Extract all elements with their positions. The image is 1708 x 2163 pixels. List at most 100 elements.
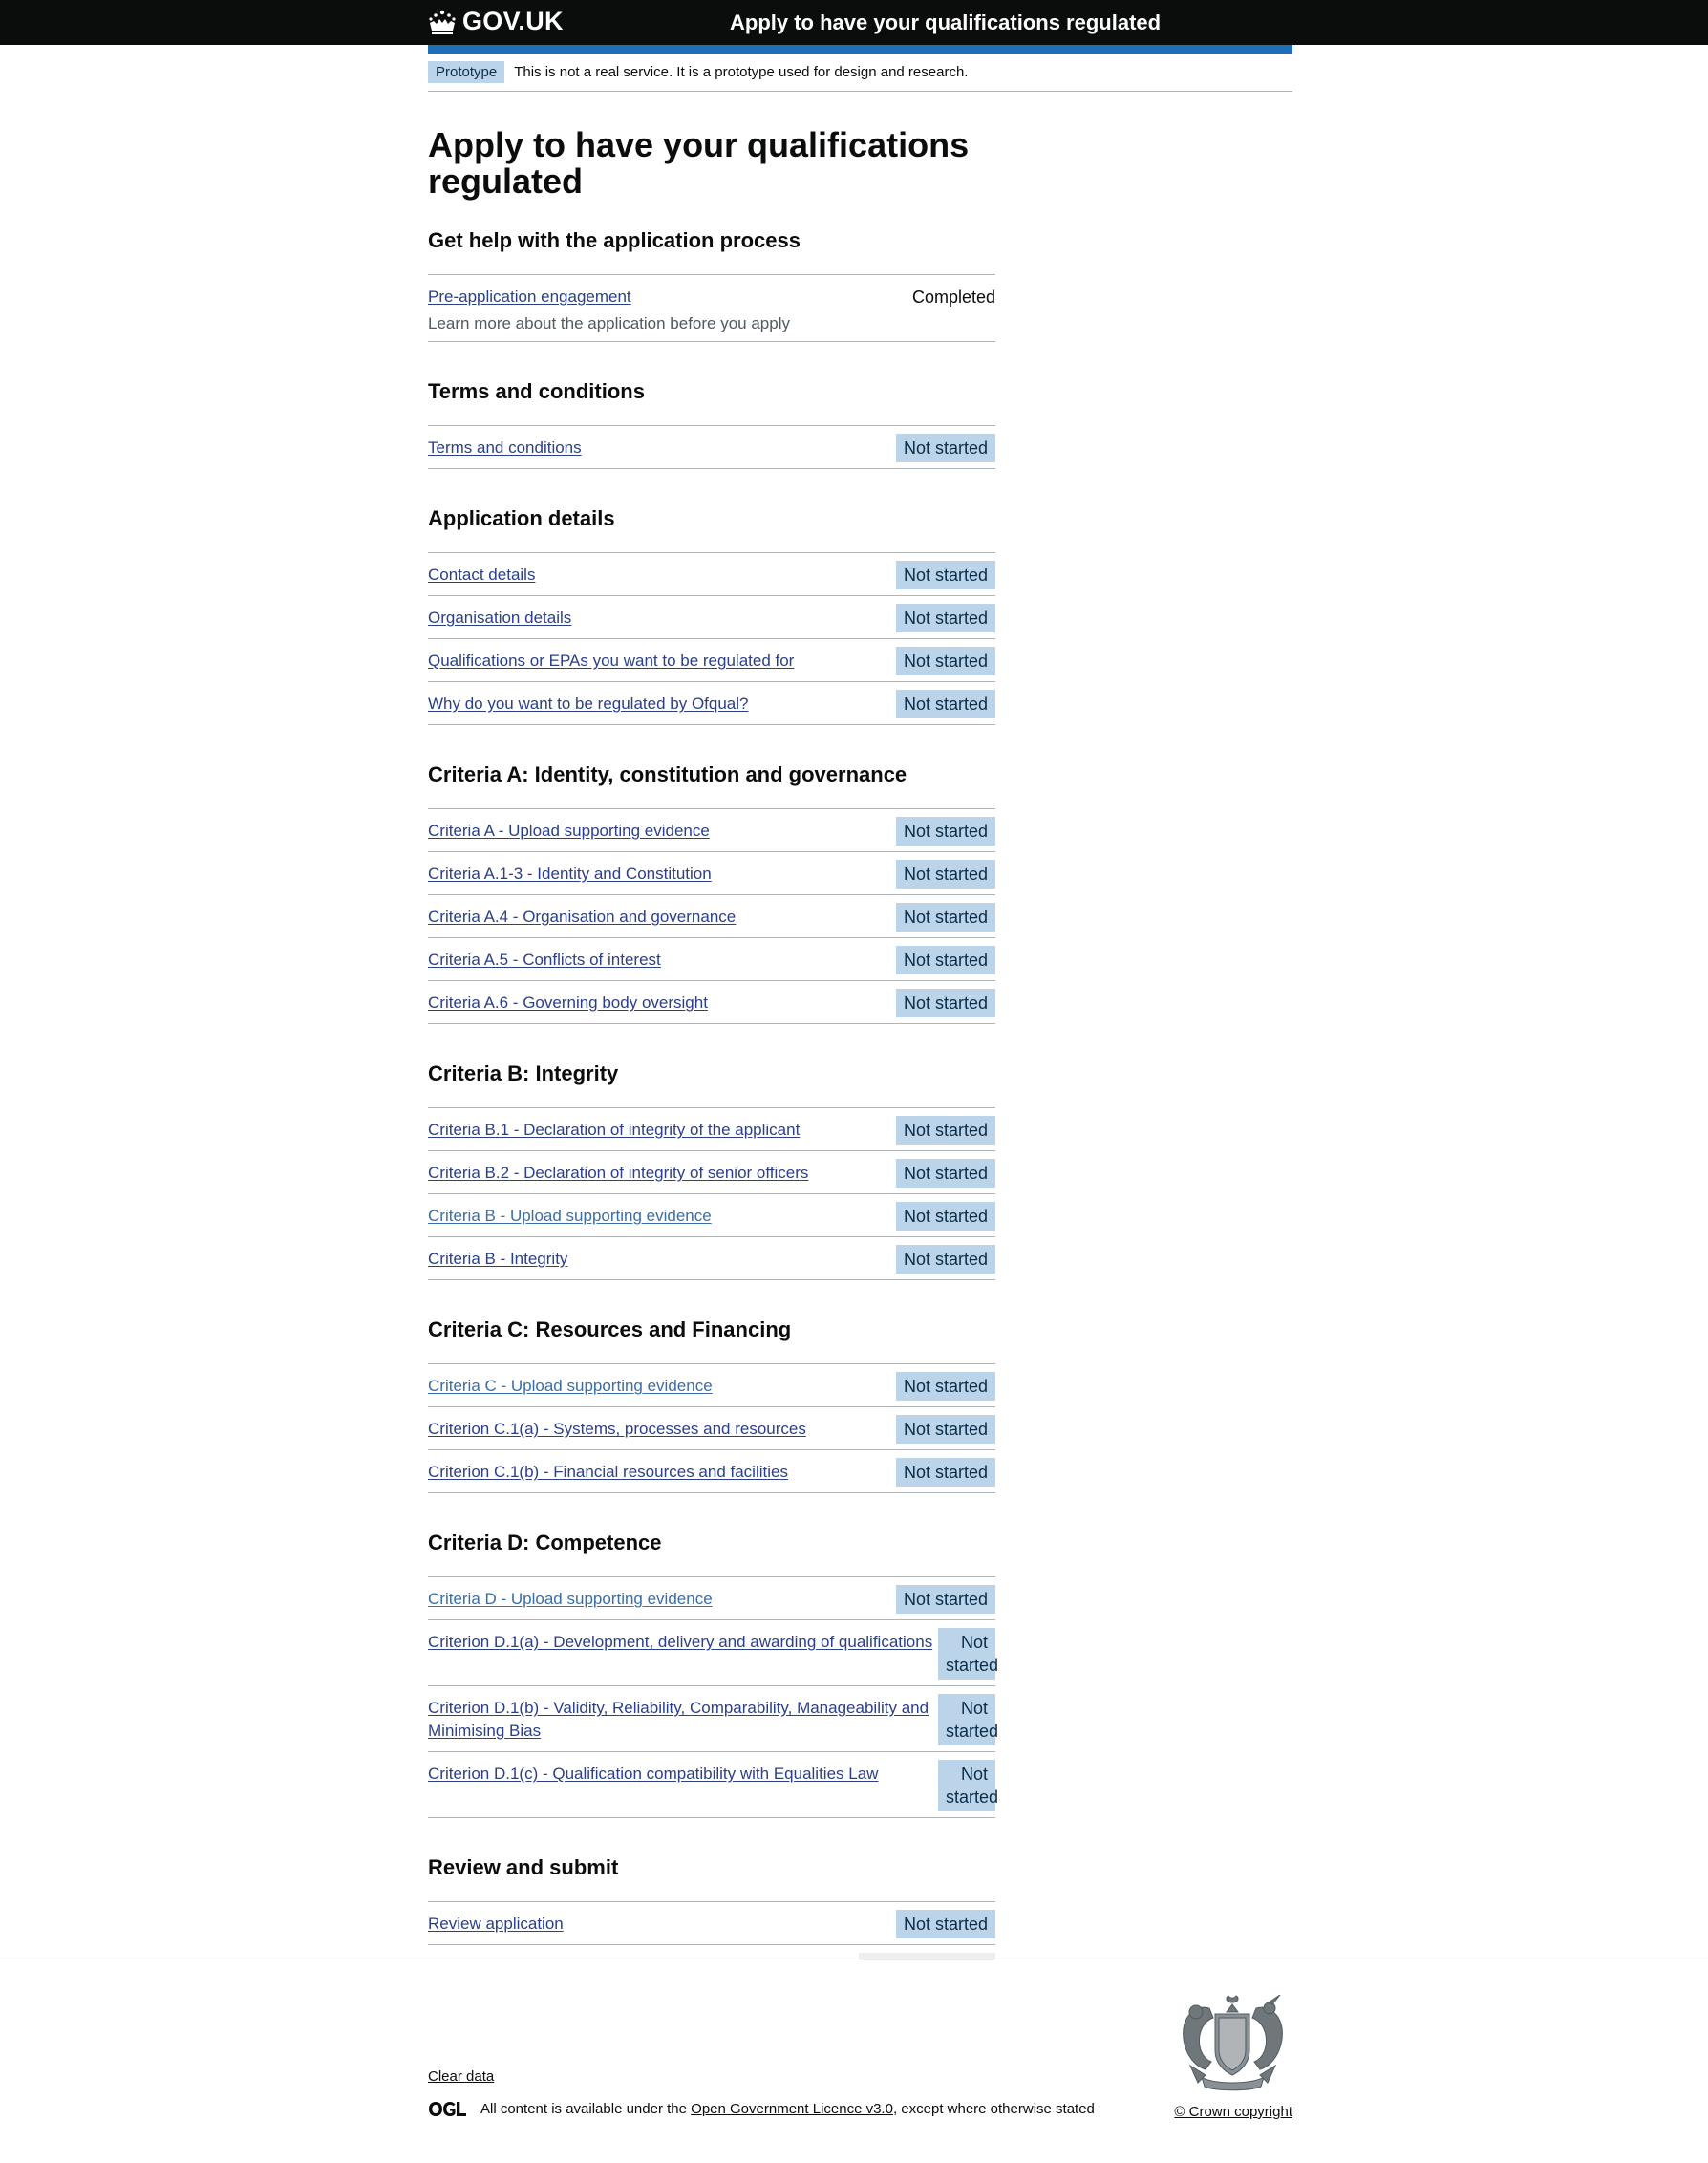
status-tag: Not started — [895, 1585, 995, 1614]
task-list-item[interactable]: Criterion D.1(c) - Qualification compati… — [428, 1752, 998, 1818]
task-link[interactable]: Criterion D.1(a) - Development, delivery… — [428, 1631, 938, 1654]
task-list-item[interactable]: Criteria B.1 - Declaration of integrity … — [428, 1108, 995, 1151]
task-list-item[interactable]: Contact details Not started — [428, 553, 995, 596]
task-name-container: Review application — [428, 1908, 896, 1936]
govuk-logo-link[interactable]: GOV.UK — [428, 7, 564, 36]
task-link[interactable]: Criteria A.6 - Governing body oversight — [428, 992, 896, 1015]
status-tag: Not started — [895, 1910, 995, 1938]
section-heading: Get help with the application process — [428, 228, 801, 252]
status-tag: Not started — [895, 1202, 995, 1231]
open-government-licence-link[interactable]: Open Government Licence v3.0 — [691, 2101, 893, 2117]
section-heading: Criteria A: Identity, constitution and g… — [428, 762, 907, 786]
status-tag: Not started — [895, 989, 995, 1017]
phase-banner-text: This is not a real service. It is a prot… — [514, 64, 969, 80]
task-link[interactable]: Criteria A.1-3 - Identity and Constituti… — [428, 863, 896, 886]
status-tag: Not started — [895, 1372, 995, 1401]
task-link[interactable]: Qualifications or EPAs you want to be re… — [428, 650, 896, 673]
task-name-container: Criteria A.6 - Governing body oversight — [428, 987, 896, 1015]
task-list-item[interactable]: Criterion D.1(a) - Development, delivery… — [428, 1620, 998, 1686]
task-link[interactable]: Organisation details — [428, 607, 896, 630]
royal-coat-of-arms-icon — [1183, 1995, 1283, 2091]
status-tag: Not started — [895, 1159, 995, 1188]
task-list-item[interactable]: Criteria C - Upload supporting evidence N… — [428, 1364, 995, 1407]
header-container: GOV.UK Apply to have your qualifications… — [428, 0, 1292, 45]
task-list-item[interactable]: Criteria A.1-3 - Identity and Constituti… — [428, 852, 995, 895]
task-list-item[interactable]: Criterion C.1(a) - Systems, processes an… — [428, 1407, 995, 1450]
crown-icon — [429, 10, 456, 34]
task-link[interactable]: Criteria B - Integrity — [428, 1248, 896, 1271]
task-link[interactable]: Criteria C - Upload supporting evidence — [428, 1375, 896, 1398]
task-name-container: Criteria A.4 - Organisation and governan… — [428, 901, 896, 929]
task-name-container: Criterion C.1(a) - Systems, processes an… — [428, 1413, 896, 1441]
status-tag: Not started — [895, 561, 995, 589]
task-link[interactable]: Criteria A.4 - Organisation and governan… — [428, 906, 896, 929]
task-list-item[interactable]: Why do you want to be regulated by Ofqua… — [428, 682, 995, 725]
task-list-item[interactable]: Criteria B.2 - Declaration of integrity … — [428, 1151, 995, 1194]
task-name-container: Criteria D - Upload supporting evidence — [428, 1583, 896, 1611]
task-link[interactable]: Criterion D.1(b) - Validity, Reliability… — [428, 1697, 938, 1743]
task-link[interactable]: Criteria B - Upload supporting evidence — [428, 1205, 896, 1228]
task-list-item[interactable]: Criteria B - Upload supporting evidence N… — [428, 1194, 995, 1237]
task-link[interactable]: Criterion C.1(a) - Systems, processes an… — [428, 1418, 896, 1441]
task-name-container: Terms and conditions — [428, 432, 896, 460]
phase-tag: Prototype — [428, 61, 505, 83]
task-link[interactable]: Criterion D.1(c) - Qualification compati… — [428, 1763, 938, 1786]
task-name-container: Why do you want to be regulated by Ofqua… — [428, 688, 896, 716]
task-name-container: Contact details — [428, 559, 896, 587]
task-name-container: Criteria A.1-3 - Identity and Constituti… — [428, 858, 896, 886]
footer-container: Clear data All content is available unde… — [428, 1960, 1292, 2163]
task-link[interactable]: Criteria B.1 - Declaration of integrity … — [428, 1119, 896, 1142]
licence-prefix: All content is available under the — [480, 2101, 687, 2117]
clear-data-link[interactable]: Clear data — [428, 2068, 494, 2085]
task-list-item[interactable]: Review application Not started — [428, 1902, 995, 1945]
licence-notice: All content is available under the Open … — [428, 2101, 1095, 2117]
task-name-container: Criteria A.5 - Conflicts of interest — [428, 944, 896, 972]
task-link[interactable]: Review application — [428, 1913, 896, 1936]
task-list-item[interactable]: Criterion C.1(b) - Financial resources a… — [428, 1450, 995, 1493]
task-link[interactable]: Terms and conditions — [428, 437, 896, 460]
main-content: Apply to have your qualifications regula… — [428, 92, 1292, 2012]
task-name-container: Criteria B.2 - Declaration of integrity … — [428, 1157, 896, 1185]
task-list: Contact details Not started Organisation d… — [428, 552, 995, 725]
task-list-item[interactable]: Criteria A.4 - Organisation and governan… — [428, 895, 995, 938]
site-footer: Clear data All content is available unde… — [0, 1960, 1708, 2163]
task-link[interactable]: Criterion C.1(b) - Financial resources a… — [428, 1461, 896, 1484]
task-link[interactable]: Criteria B.2 - Declaration of integrity … — [428, 1162, 896, 1185]
task-link[interactable]: Criteria A.5 - Conflicts of interest — [428, 949, 896, 972]
task-list-item[interactable]: Terms and conditions Not started — [428, 426, 995, 469]
task-hint: Learn more about the application before … — [428, 314, 790, 332]
task-list-item[interactable]: Criteria A.6 - Governing body oversight N… — [428, 981, 995, 1024]
status-tag: Not started — [938, 1694, 998, 1745]
task-name-container: Organisation details — [428, 602, 896, 630]
task-name-container: Criteria C - Upload supporting evidence — [428, 1370, 896, 1398]
service-name[interactable]: Apply to have your qualifications regula… — [730, 11, 1161, 35]
crown-copyright-link[interactable]: © Crown copyright — [1174, 2104, 1292, 2120]
status-tag: Not started — [895, 690, 995, 718]
section-heading: Criteria B: Integrity — [428, 1061, 619, 1085]
task-list-item[interactable]: Criteria B - Integrity Not started — [428, 1237, 995, 1280]
status-tag: Not started — [895, 946, 995, 974]
status-tag: Not started — [895, 434, 995, 462]
task-list-item[interactable]: Qualifications or EPAs you want to be re… — [428, 639, 995, 682]
task-name-container: Qualifications or EPAs you want to be re… — [428, 645, 896, 673]
task-list-item[interactable]: Organisation details Not started — [428, 596, 995, 639]
task-list-item[interactable]: Criteria A.5 - Conflicts of interest Not … — [428, 938, 995, 981]
status-tag: Not started — [895, 1458, 995, 1487]
status-tag: Not started — [895, 903, 995, 932]
status-tag: Not started — [938, 1760, 998, 1811]
task-list: Criteria C - Upload supporting evidence N… — [428, 1363, 995, 1493]
task-list-item[interactable]: Pre-application engagement Learn more abo… — [428, 275, 995, 342]
task-link[interactable]: Pre-application engagement — [428, 286, 905, 309]
task-list-item[interactable]: Criteria D - Upload supporting evidence N… — [428, 1577, 995, 1620]
task-link[interactable]: Criteria D - Upload supporting evidence — [428, 1588, 896, 1611]
task-name-container: Criterion C.1(b) - Financial resources a… — [428, 1456, 896, 1484]
licence-suffix: , except where otherwise stated — [892, 2101, 1095, 2117]
task-link[interactable]: Contact details — [428, 564, 896, 587]
task-list-item[interactable]: Criteria A - Upload supporting evidence N… — [428, 809, 995, 852]
task-link[interactable]: Why do you want to be regulated by Ofqua… — [428, 693, 896, 716]
section-heading: Terms and conditions — [428, 379, 645, 403]
task-name-container: Criteria B - Integrity — [428, 1243, 896, 1271]
task-name-container: Criterion D.1(a) - Development, delivery… — [428, 1626, 938, 1654]
task-list-item[interactable]: Criterion D.1(b) - Validity, Reliability… — [428, 1686, 998, 1752]
task-link[interactable]: Criteria A - Upload supporting evidence — [428, 820, 896, 843]
